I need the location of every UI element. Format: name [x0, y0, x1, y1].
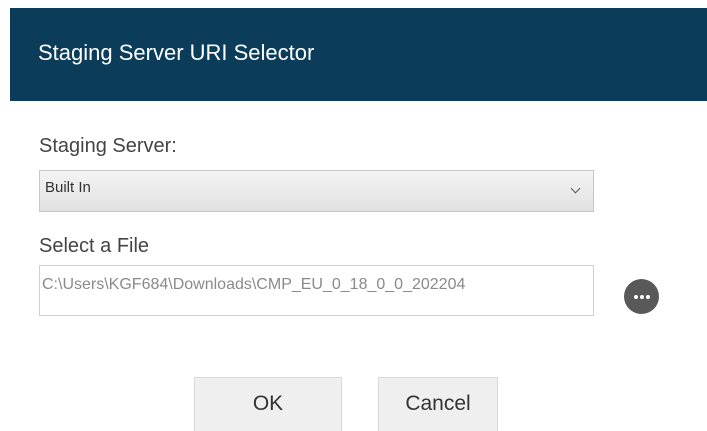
staging-server-select[interactable]: Built In — [39, 170, 594, 212]
staging-server-label: Staging Server: — [39, 135, 177, 157]
staging-server-selected-value: Built In — [45, 179, 91, 196]
dialog-header: Staging Server URI Selector — [10, 8, 707, 101]
file-path-input[interactable] — [39, 265, 594, 316]
more-horizontal-icon — [634, 295, 638, 299]
cancel-button[interactable]: Cancel — [378, 377, 498, 431]
dialog-title: Staging Server URI Selector — [38, 40, 315, 65]
browse-file-button[interactable] — [624, 279, 659, 314]
more-horizontal-icon — [646, 295, 650, 299]
chevron-down-icon — [570, 183, 581, 194]
more-horizontal-icon — [640, 295, 644, 299]
select-file-label: Select a File — [39, 235, 150, 257]
ok-button[interactable]: OK — [194, 377, 342, 431]
staging-server-dialog: Staging Server URI Selector Staging Serv… — [0, 0, 707, 431]
